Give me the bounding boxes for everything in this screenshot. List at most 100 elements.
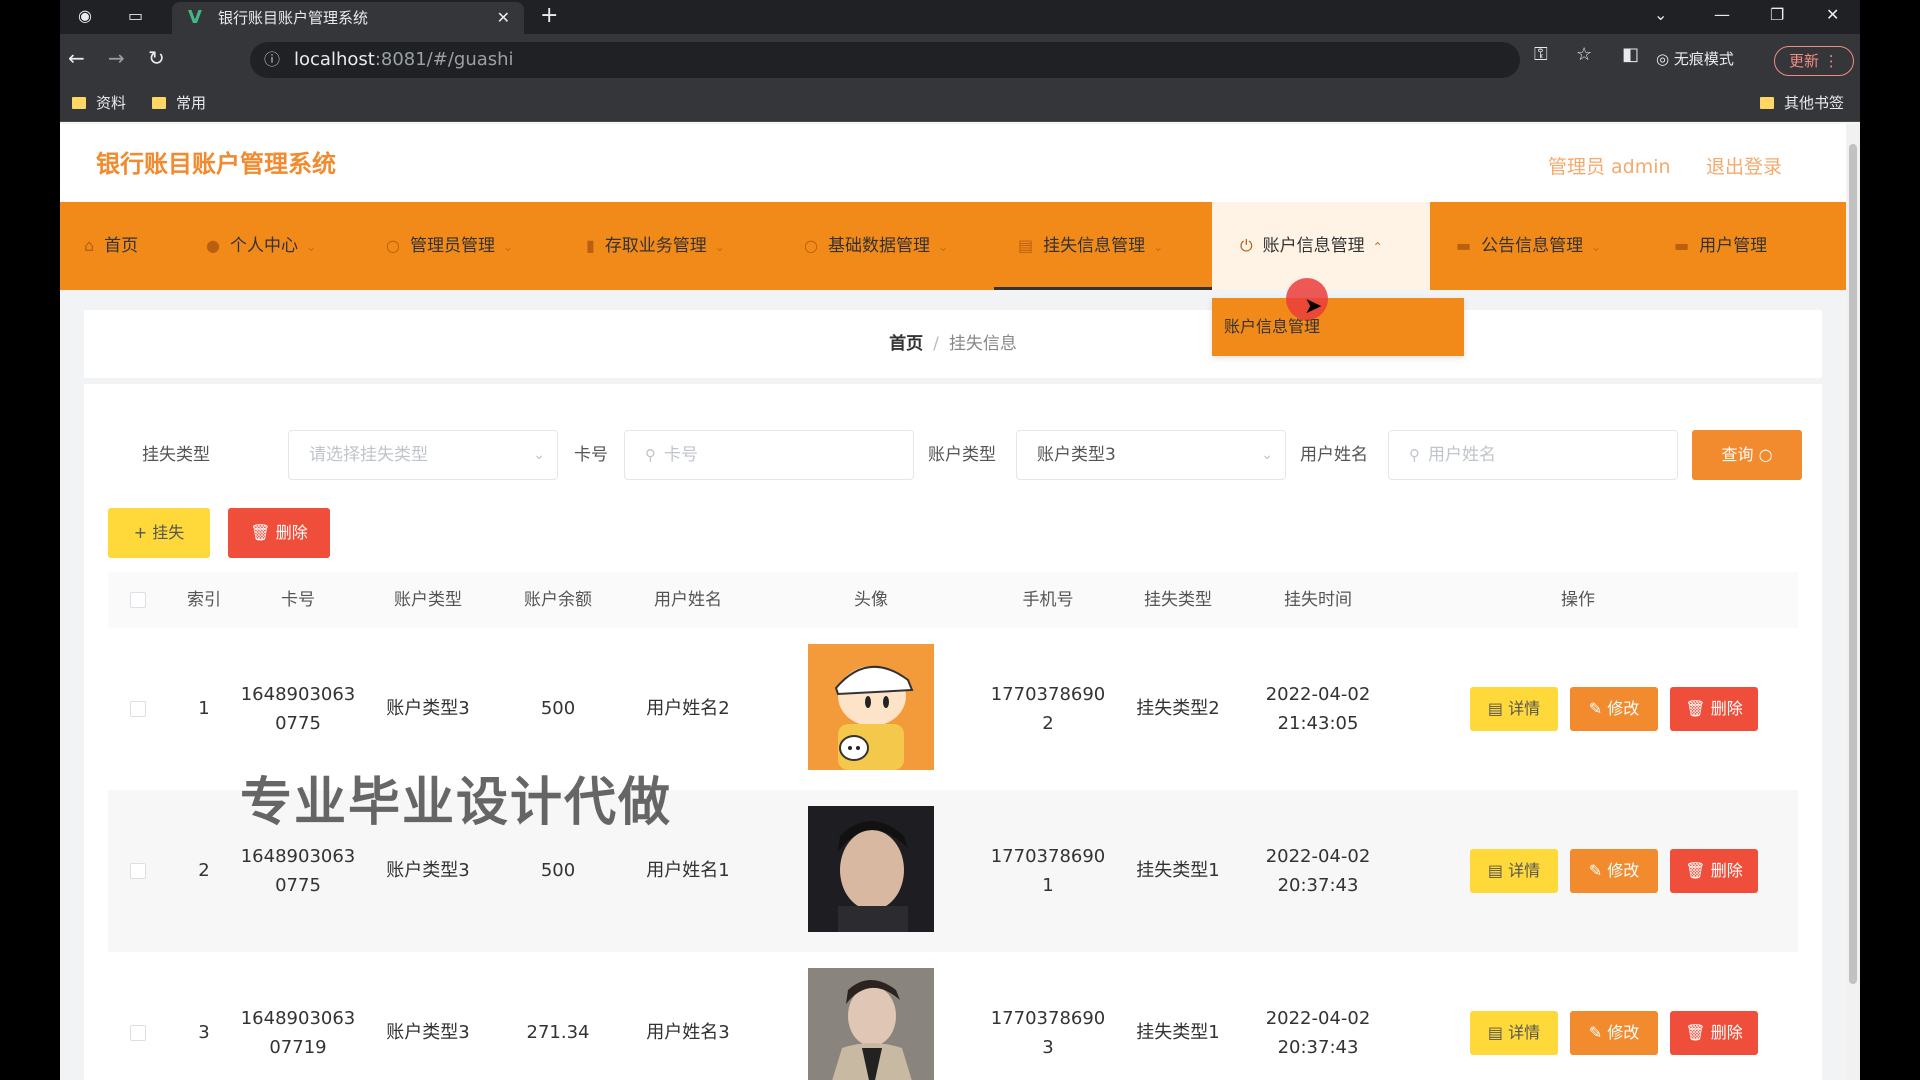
admin-label: 管理员 admin [1548, 156, 1671, 178]
card-input[interactable]: ⚲ 卡号 [624, 430, 914, 480]
col-index: 索引 [187, 590, 221, 610]
card-label: 卡号 [574, 445, 608, 465]
user-name-input[interactable]: ⚲ 用户姓名 [1388, 430, 1678, 480]
browser-tab-active[interactable]: V 银行账目账户管理系统 ✕ [172, 2, 524, 34]
cell-account-type: 账户类型3 [386, 860, 470, 881]
cell-loss-type: 挂失类型1 [1136, 1022, 1220, 1043]
side-panel-icon[interactable]: ◧ [1622, 44, 1639, 65]
delete-button[interactable]: 🗑 删除 [1670, 1011, 1758, 1055]
row-checkbox[interactable] [130, 701, 146, 717]
accounts-submenu-item[interactable]: 账户信息管理 [1212, 298, 1464, 356]
chevron-down-icon: ⌄ [1261, 447, 1273, 463]
bookmark-folder-2[interactable]: 常用 [152, 86, 206, 120]
chevron-down-icon: ⌄ [937, 240, 949, 254]
chevron-up-icon: ⌃ [1372, 240, 1383, 254]
site-info-icon[interactable]: ⓘ [264, 42, 280, 78]
detail-button[interactable]: ▤ 详情 [1470, 1011, 1558, 1055]
new-tab-icon[interactable]: + [540, 0, 558, 32]
user-name-placeholder: 用户姓名 [1428, 445, 1496, 465]
bookmark-folder-1[interactable]: 资料 [72, 86, 126, 120]
query-button[interactable]: 查询 ○ [1692, 430, 1802, 480]
menu-item-deposits[interactable]: ▮ 存取业务管理 ⌄ [586, 202, 786, 290]
row-checkbox[interactable] [130, 863, 146, 879]
reload-icon[interactable]: ↻ [148, 46, 165, 70]
edit-button[interactable]: ✎ 修改 [1570, 1011, 1658, 1055]
cell-card: 1648903063 0775 [240, 684, 356, 734]
cell-balance: 500 [540, 860, 576, 881]
chevron-down-icon: ⌄ [533, 447, 545, 463]
back-icon[interactable]: ← [68, 46, 85, 70]
add-loss-button[interactable]: + 挂失 [108, 508, 210, 558]
menu-item-basic-data[interactable]: ○ 基础数据管理 ⌄ [804, 202, 1004, 290]
loss-type-select[interactable]: 请选择挂失类型 ⌄ [288, 430, 558, 480]
tab-list-chevron-icon[interactable]: ⌄ [1654, 0, 1667, 30]
cell-balance: 500 [540, 698, 576, 719]
update-button[interactable]: 更新 ⋮ [1774, 46, 1854, 76]
detail-button[interactable]: ▤ 详情 [1470, 687, 1558, 731]
edit-button[interactable]: ✎ 修改 [1570, 849, 1658, 893]
menu-item-users[interactable]: ▬ 用户管理 [1674, 202, 1814, 290]
menu-item-admins[interactable]: ○ 管理员管理 ⌄ [386, 202, 566, 290]
menu-item-notices[interactable]: ▬ 公告信息管理 ⌄ [1436, 202, 1636, 290]
browser-menu-icon[interactable]: ◉ [78, 0, 92, 32]
loss-type-label: 挂失类型 [142, 445, 210, 465]
minimize-icon[interactable]: — [1714, 0, 1730, 30]
trash-icon: 🗑 [250, 523, 271, 542]
menu-item-profile[interactable]: ● 个人中心 ⌄ [206, 202, 356, 290]
col-avatar: 头像 [854, 590, 888, 610]
url-path: :8081/#/guashi [374, 49, 514, 70]
close-window-icon[interactable]: ✕ [1826, 0, 1839, 30]
incognito-profile[interactable]: ◎ 无痕模式 [1656, 48, 1734, 69]
cell-phone: 1770378690 2 [990, 684, 1106, 734]
cell-account-type: 账户类型3 [386, 698, 470, 719]
row-checkbox[interactable] [130, 1025, 146, 1041]
tab-title: 银行账目账户管理系统 [218, 9, 369, 27]
cell-loss-time: 2022-04-02 21:43:05 [1265, 684, 1371, 734]
breadcrumb-home[interactable]: 首页 [889, 334, 923, 354]
search-icon: ⚲ [1409, 446, 1420, 464]
edit-button[interactable]: ✎ 修改 [1570, 687, 1658, 731]
page-scrollbar[interactable] [1846, 124, 1860, 1080]
forward-icon[interactable]: → [108, 46, 125, 70]
account-type-value: 账户类型3 [1037, 445, 1116, 465]
tab-strip: ◉ ▭ V 银行账目账户管理系统 ✕ + ⌄ — ❐ ✕ [60, 0, 1860, 34]
main-content: 挂失类型 请选择挂失类型 ⌄ 卡号 ⚲ 卡号 账户类型 账户类型3 ⌄ 用户姓名 … [84, 384, 1822, 1080]
bookmark-star-icon[interactable]: ☆ [1576, 44, 1592, 65]
col-card: 卡号 [281, 590, 315, 610]
select-all-checkbox[interactable] [130, 592, 146, 608]
folder-icon [72, 97, 86, 109]
breadcrumb-separator: / [933, 334, 939, 354]
cell-card: 1648903063 07719 [240, 1008, 356, 1058]
menu-item-home[interactable]: ⌂ 首页 [84, 202, 194, 290]
cell-user-name: 用户姓名2 [646, 698, 730, 719]
close-tab-icon[interactable]: ✕ [497, 2, 510, 34]
col-phone: 手机号 [1022, 590, 1074, 610]
scrollbar-thumb[interactable] [1849, 144, 1857, 984]
table-header: 索引 卡号 账户类型 账户余额 用户姓名 头像 手机号 挂失类型 挂失时间 操作 [108, 572, 1798, 628]
batch-delete-button[interactable]: 🗑 删除 [228, 508, 330, 558]
watermark-text: 专业毕业设计代做 [240, 773, 673, 833]
restore-icon[interactable]: ❐ [1770, 0, 1784, 30]
update-label: 更新 [1789, 52, 1820, 70]
avatar [808, 644, 934, 770]
main-menu: ⌂ 首页 ● 个人中心 ⌄ ○ 管理员管理 ⌄ ▮ 存取业务管理 ⌄ ○ 基础数据管理 ⌄ ▤ 挂失… [60, 202, 1846, 290]
cell-loss-time: 2022-04-02 20:37:43 [1265, 1008, 1371, 1058]
detail-button[interactable]: ▤ 详情 [1470, 849, 1558, 893]
menu-item-loss-reports[interactable]: ▤ 挂失信息管理 ⌄ [994, 202, 1212, 290]
password-key-icon[interactable]: ⚿ [1534, 44, 1548, 65]
delete-button[interactable]: 🗑 删除 [1670, 687, 1758, 731]
col-account-type: 账户类型 [394, 590, 462, 610]
delete-button[interactable]: 🗑 删除 [1670, 849, 1758, 893]
logout-link[interactable]: 退出登录 [1706, 152, 1782, 179]
cell-loss-time: 2022-04-02 20:37:43 [1265, 846, 1371, 896]
col-loss-time: 挂失时间 [1284, 590, 1352, 610]
other-bookmarks[interactable]: 其他书签 [1760, 86, 1844, 120]
site-title: 银行账目账户管理系统 [96, 150, 336, 178]
account-type-select[interactable]: 账户类型3 ⌄ [1016, 430, 1286, 480]
cell-account-type: 账户类型3 [386, 1022, 470, 1043]
cell-user-name: 用户姓名3 [646, 1022, 730, 1043]
tab-search-icon[interactable]: ▭ [128, 0, 143, 32]
cell-index: 3 [198, 1022, 210, 1043]
menu-item-accounts[interactable]: ⏻ 账户信息管理 ⌃ [1212, 202, 1430, 290]
address-bar[interactable]: ⓘ localhost:8081/#/guashi [250, 42, 1520, 78]
